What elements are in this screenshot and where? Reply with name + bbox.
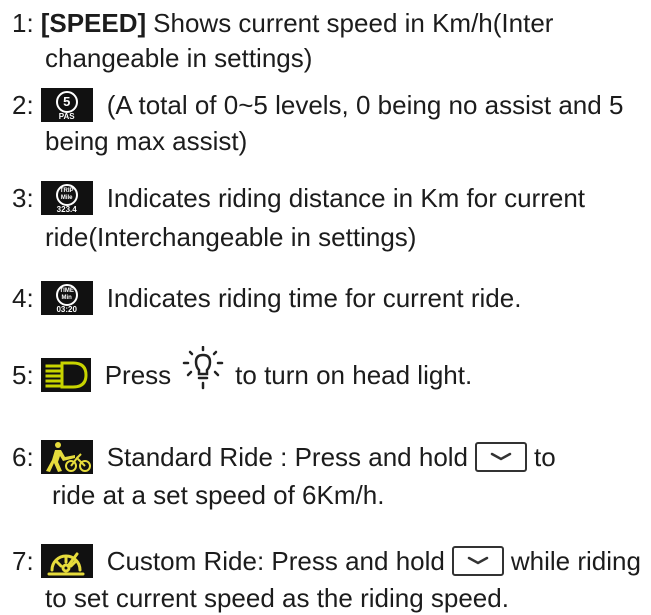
item-number: 1:: [12, 8, 34, 38]
item-text: to: [534, 442, 556, 472]
item-7-line-2: to set current speed as the riding speed…: [45, 581, 509, 615]
item-number: 6:: [12, 442, 34, 472]
item-text: Shows current speed in Km/h(Inter: [153, 8, 554, 38]
time-ring: TIME Min: [55, 284, 78, 306]
item-5-line-1: 5: Press to turn on head light.: [12, 346, 473, 392]
trip-distance-icon: TRIP Mile 323.4: [40, 181, 93, 215]
item-4-line-1: 4: TIME Min 03:20 Indicates riding time …: [12, 281, 521, 315]
item-number: 2:: [12, 90, 34, 120]
walk-assist-icon: [40, 440, 93, 474]
item-3-line-2: ride(Interchangeable in settings): [45, 220, 416, 254]
item-text: Custom Ride: Press and hold: [106, 546, 445, 576]
trip-ring: TRIP Mile: [55, 184, 78, 206]
item-6-line-2: ride at a set speed of 6Km/h.: [52, 478, 384, 512]
trip-value: 323.4: [56, 205, 77, 214]
item-text: (A total of 0~5 levels, 0 being no assis…: [106, 90, 624, 120]
item-number: 3:: [12, 183, 34, 213]
item-text: changeable in settings): [45, 43, 313, 73]
item-2-line-1: 2: 5 PAS (A total of 0~5 levels, 0 being…: [12, 88, 623, 122]
item-text: to set current speed as the riding speed…: [45, 583, 509, 613]
pas-label: PAS: [58, 112, 75, 121]
light-button-icon: [182, 346, 224, 390]
time-unit: Min: [61, 295, 72, 301]
item-number: 5:: [12, 360, 34, 390]
item-text: to turn on head light.: [235, 360, 473, 390]
ride-time-icon: TIME Min 03:20: [40, 281, 93, 315]
down-button-icon: [475, 442, 528, 472]
trip-unit: Mile: [60, 195, 73, 201]
item-1-line-1: 1: [SPEED] Shows current speed in Km/h(I…: [12, 6, 553, 40]
item-text: Press: [104, 360, 172, 390]
time-value: 03:20: [56, 305, 77, 314]
item-text: Standard Ride : Press and hold: [106, 442, 469, 472]
item-3-line-1: 3: TRIP Mile 323.4 Indicates riding dist…: [12, 181, 585, 215]
trip-label: TRIP: [59, 188, 74, 194]
item-2-line-2: being max assist): [45, 124, 247, 158]
pas-level-value: 5: [55, 91, 78, 113]
item-7-line-1: 7: Custom Ride: Press and hold while rid…: [12, 544, 641, 578]
down-button-icon: [451, 546, 504, 576]
item-text: Indicates riding time for current ride.: [106, 283, 522, 313]
item-text: ride(Interchangeable in settings): [45, 222, 417, 252]
item-text: being max assist): [45, 126, 248, 156]
speed-label: [SPEED]: [40, 8, 147, 38]
time-label: TIME: [59, 288, 74, 294]
item-text: Indicates riding distance in Km for curr…: [106, 183, 586, 213]
item-text: ride at a set speed of 6Km/h.: [52, 480, 385, 510]
item-number: 4:: [12, 283, 34, 313]
headlight-icon: [40, 358, 91, 392]
item-1-line-2: changeable in settings): [45, 41, 312, 75]
cruise-control-icon: [40, 544, 93, 578]
item-number: 7:: [12, 546, 34, 576]
pas-level-icon: 5 PAS: [40, 88, 93, 122]
item-text: while riding: [510, 546, 641, 576]
item-6-line-1: 6: Standard Ride : Press and hold to: [12, 440, 556, 474]
